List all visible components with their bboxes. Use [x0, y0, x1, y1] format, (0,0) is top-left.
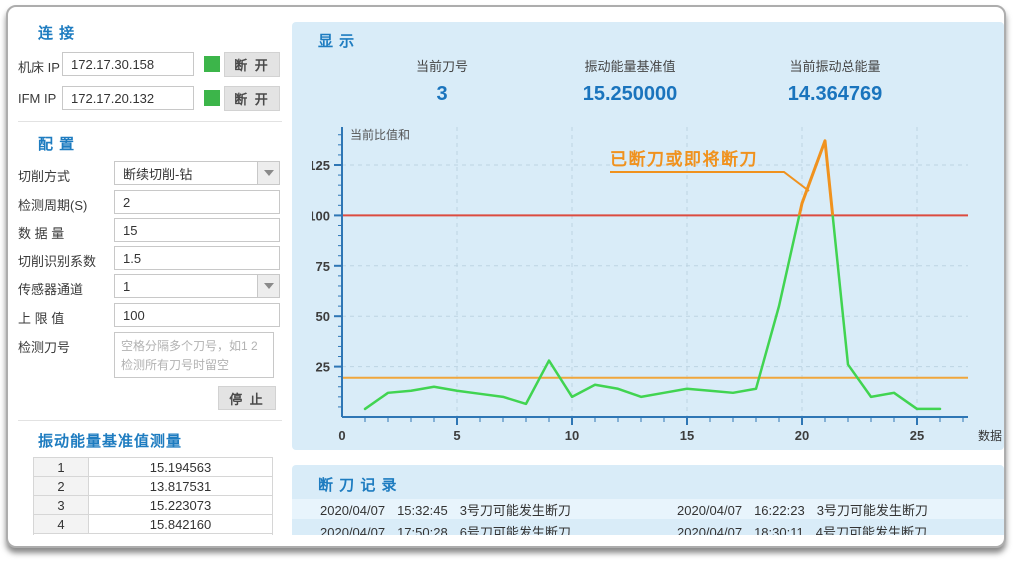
record-date: 2020/04/07 — [320, 525, 385, 536]
machine-ip-input[interactable]: 172.17.30.158 — [62, 52, 194, 76]
current-tool-stat: 当前刀号 3 — [352, 56, 532, 106]
ifm-ip-label: IFM IP — [18, 91, 56, 106]
sensor-channel-label: 传感器通道 — [18, 279, 83, 298]
table-row: 4 15.842160 — [34, 515, 272, 534]
section-title-connection: 连 接 — [38, 22, 75, 43]
svg-text:25: 25 — [910, 428, 924, 443]
record-time: 17:50:28 — [397, 525, 448, 536]
total-energy-value: 14.364769 — [745, 83, 925, 106]
record-date: 2020/04/07 — [677, 503, 742, 518]
data-count-input[interactable]: 15 — [114, 218, 280, 242]
row-index: 4 — [34, 515, 89, 533]
machine-ip-label: 机床 IP — [18, 57, 60, 76]
section-title-records: 断 刀 记 录 — [318, 474, 398, 495]
record-item: 2020/04/07 15:32:45 3号刀可能发生断刀 — [292, 500, 649, 519]
upper-limit-label: 上 限 值 — [18, 308, 64, 327]
record-row: 2020/04/07 17:50:28 6号刀可能发生断刀 2020/04/07 18… — [292, 521, 1004, 535]
data-count-label: 数 据 量 — [18, 223, 64, 242]
ifm-connection-status-indicator — [204, 90, 220, 106]
svg-text:5: 5 — [453, 428, 460, 443]
record-time: 15:32:45 — [397, 503, 448, 518]
sensor-channel-value: 1 — [115, 279, 257, 294]
section-title-baseline: 振动能量基准值测量 — [38, 430, 182, 451]
record-item: 2020/04/07 18:30:11 4号刀可能发生断刀 — [649, 522, 1004, 536]
records-panel: 断 刀 记 录 2020/04/07 15:32:45 3号刀可能发生断刀 2020… — [292, 465, 1004, 535]
svg-text:75: 75 — [316, 259, 330, 274]
sensor-channel-select[interactable]: 1 — [114, 274, 280, 298]
cutting-coef-input[interactable]: 1.5 — [114, 246, 280, 270]
machine-disconnect-button[interactable]: 断 开 — [224, 52, 280, 77]
detect-period-input[interactable]: 2 — [114, 190, 280, 214]
cutting-mode-select[interactable]: 断续切削-钻 — [114, 161, 280, 185]
record-item: 2020/04/07 17:50:28 6号刀可能发生断刀 — [292, 522, 649, 536]
row-index: 1 — [34, 458, 89, 476]
ifm-ip-input[interactable]: 172.17.20.132 — [62, 86, 194, 110]
baseline-energy-label: 振动能量基准值 — [540, 56, 720, 75]
detect-tool-input[interactable] — [114, 332, 274, 378]
cutting-mode-value: 断续切削-钻 — [115, 164, 257, 183]
table-row: 1 15.194563 — [34, 458, 272, 477]
svg-text:15: 15 — [680, 428, 694, 443]
total-energy-stat: 当前振动总能量 14.364769 — [745, 56, 925, 106]
baseline-value: 15.194563 — [89, 458, 272, 476]
svg-text:数据数: 数据数 — [978, 428, 1002, 443]
detect-tool-label: 检测刀号 — [18, 337, 70, 356]
cutting-mode-label: 切削方式 — [18, 166, 70, 185]
baseline-value: 15.842160 — [89, 515, 272, 533]
table-row: 3 15.223073 — [34, 496, 272, 515]
svg-text:0: 0 — [338, 428, 345, 443]
svg-text:20: 20 — [795, 428, 809, 443]
machine-connection-status-indicator — [204, 56, 220, 72]
display-panel: 显 示 当前刀号 3 振动能量基准值 15.250000 当前振动总能量 14.… — [292, 22, 1004, 450]
section-title-display: 显 示 — [318, 30, 355, 51]
current-tool-label: 当前刀号 — [352, 56, 532, 75]
baseline-value: 15.223073 — [89, 496, 272, 514]
row-index: 3 — [34, 496, 89, 514]
section-title-config: 配 置 — [38, 133, 75, 154]
record-date: 2020/04/07 — [677, 525, 742, 536]
record-message: 6号刀可能发生断刀 — [460, 525, 571, 536]
record-date: 2020/04/07 — [320, 503, 385, 518]
svg-text:125: 125 — [312, 158, 330, 173]
svg-text:100: 100 — [312, 208, 330, 223]
ifm-disconnect-button[interactable]: 断 开 — [224, 86, 280, 111]
baseline-energy-stat: 振动能量基准值 15.250000 — [540, 56, 720, 106]
record-time: 18:30:11 — [754, 525, 804, 536]
chevron-down-icon[interactable] — [257, 275, 279, 297]
record-message: 4号刀可能发生断刀 — [816, 525, 927, 536]
svg-text:50: 50 — [316, 309, 330, 324]
svg-text:10: 10 — [565, 428, 579, 443]
row-index: 2 — [34, 477, 89, 495]
baseline-value: 13.817531 — [89, 477, 272, 495]
cutting-coef-label: 切削识别系数 — [18, 251, 96, 270]
ratio-sum-chart: 25 50 75 100 125 0 5 10 15 20 25 当前比值和数据数 已断刀或即将断刀 — [312, 117, 1002, 447]
record-item: 2020/04/07 16:22:23 3号刀可能发生断刀 — [649, 500, 1004, 519]
svg-text:25: 25 — [316, 360, 330, 375]
table-row: 2 13.817531 — [34, 477, 272, 496]
stop-button[interactable]: 停 止 — [218, 386, 276, 410]
baseline-energy-value: 15.250000 — [540, 83, 720, 106]
current-tool-value: 3 — [352, 83, 532, 106]
baseline-table: 1 15.194563 2 13.817531 3 15.223073 4 15… — [33, 457, 273, 535]
app-window: 连 接 机床 IP 172.17.30.158 断 开 IFM IP 172.1… — [6, 5, 1006, 548]
svg-text:已断刀或即将断刀: 已断刀或即将断刀 — [610, 149, 758, 169]
upper-limit-input[interactable]: 100 — [114, 303, 280, 327]
svg-text:当前比值和: 当前比值和 — [350, 127, 410, 142]
record-message: 3号刀可能发生断刀 — [460, 503, 571, 518]
total-energy-label: 当前振动总能量 — [745, 56, 925, 75]
detect-period-label: 检测周期(S) — [18, 195, 87, 214]
divider — [18, 420, 282, 421]
chevron-down-icon[interactable] — [257, 162, 279, 184]
record-row: 2020/04/07 15:32:45 3号刀可能发生断刀 2020/04/07 16… — [292, 499, 1004, 519]
divider — [18, 121, 282, 122]
record-time: 16:22:23 — [754, 503, 805, 518]
record-message: 3号刀可能发生断刀 — [817, 503, 928, 518]
